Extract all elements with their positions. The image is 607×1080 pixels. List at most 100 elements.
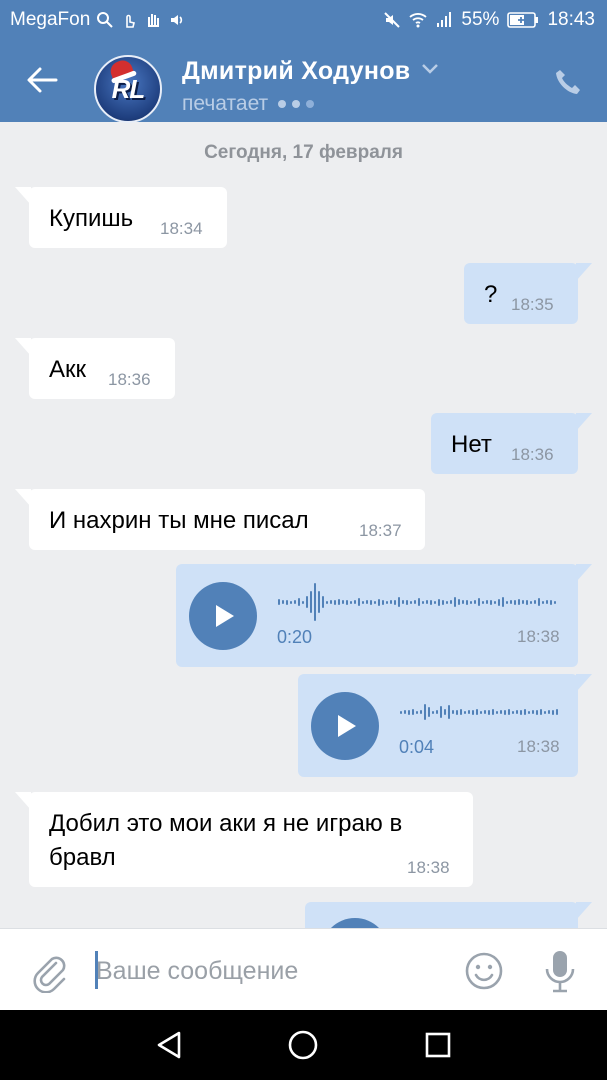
voice-message-outgoing[interactable]: 0:04 18:38 (298, 674, 592, 777)
volume-status-icon (171, 15, 183, 25)
waveform-bar (408, 709, 410, 715)
message-time: 18:38 (517, 627, 560, 646)
waveform-bar (474, 600, 476, 604)
waveform-bar (548, 710, 550, 714)
message-bubble-incoming[interactable]: Добил это мои аки я не играю в бравл 18:… (15, 792, 473, 887)
typing-dot (306, 100, 315, 108)
bubble-tail (15, 187, 31, 205)
waveform-bar (496, 710, 498, 714)
chat-header: RL Дмитрий Ходунов печатает (0, 40, 607, 123)
waveform-bar (534, 600, 536, 604)
santa-hat-icon (107, 57, 135, 81)
paperclip-icon[interactable] (26, 949, 70, 993)
message-bubble-incoming[interactable]: Акк 18:36 (15, 338, 175, 399)
wifi-status-icon (409, 13, 428, 28)
waveform-bar (514, 599, 516, 605)
waveform-bar (310, 591, 312, 613)
message-bubble-outgoing[interactable]: Нет 18:36 (431, 413, 592, 474)
message-time: 18:37 (359, 521, 402, 540)
waveform-bar (478, 598, 480, 606)
waveform-bar (386, 600, 388, 604)
waveform-bar (412, 709, 414, 715)
voice-message-outgoing[interactable]: 0:20 18:38 (176, 564, 592, 667)
typing-dot (278, 100, 287, 108)
chevron-down-icon[interactable] (420, 62, 440, 76)
waveform-bar (480, 710, 482, 714)
waveform-bar (530, 600, 532, 604)
waveform-bar (390, 600, 392, 604)
waveform-bar (438, 598, 440, 606)
navigation-bar (0, 1010, 607, 1080)
waveform-bar (482, 600, 484, 604)
message-bubble-incoming[interactable]: Купишь 18:34 (15, 187, 227, 248)
voice-waveform[interactable] (278, 582, 562, 622)
waveform-bar (294, 600, 296, 604)
call-button[interactable] (548, 62, 588, 102)
square-recent-icon (425, 1032, 451, 1058)
battery-icon (507, 12, 539, 28)
message-composer (0, 928, 607, 1010)
message-text: Акк (49, 356, 87, 383)
waveform-bar (422, 600, 424, 604)
voice-duration: 0:04 (399, 737, 435, 757)
waveform-bar (290, 600, 292, 604)
waveform-bar (454, 597, 456, 607)
nav-back-button[interactable] (151, 1027, 187, 1063)
waveform-bar (506, 600, 508, 604)
waveform-bar (550, 599, 552, 605)
waveform-bar (540, 709, 542, 715)
waveform-bar (400, 710, 402, 714)
arrow-left-icon (27, 67, 58, 93)
microphone-icon[interactable] (538, 947, 582, 995)
message-text: ? (484, 281, 498, 308)
waveform-bar (532, 710, 534, 714)
bubble-tail (15, 489, 31, 507)
waveform-bar (398, 597, 400, 607)
message-bubble-incoming[interactable]: И нахрин ты мне писал 18:37 (15, 489, 425, 550)
waveform-bar (342, 600, 344, 604)
play-button[interactable] (311, 692, 379, 760)
waveform-bar (354, 600, 356, 604)
waveform-bar (378, 598, 380, 606)
waveform-bar (314, 583, 316, 621)
waveform-bar (554, 600, 556, 604)
message-time: 18:34 (160, 219, 203, 238)
waveform-bar (432, 710, 434, 714)
typing-indicator: печатает (182, 92, 315, 116)
nav-home-button[interactable] (285, 1027, 321, 1063)
waveform-bar (456, 709, 458, 715)
waveform-bar (498, 598, 500, 606)
waveform-bar (508, 709, 510, 715)
hand-status-icon (148, 14, 160, 27)
play-icon (338, 715, 356, 737)
waveform-bar (418, 598, 420, 606)
waveform-bar (402, 600, 404, 604)
waveform-bar (424, 704, 426, 720)
waveform-bar (476, 709, 478, 715)
waveform-bar (450, 600, 452, 604)
waveform-bar (486, 600, 488, 604)
back-button[interactable] (20, 58, 64, 102)
message-text: Купишь (49, 205, 134, 232)
smiley-icon[interactable] (462, 949, 506, 993)
clock: 18:43 (547, 9, 595, 30)
battery-percent: 55% (461, 9, 500, 30)
voice-waveform[interactable] (400, 692, 564, 732)
waveform-bar (326, 600, 328, 604)
message-input[interactable] (96, 951, 436, 991)
waveform-bar (302, 600, 304, 604)
status-bar: MegaFon 55% 18:43 (0, 0, 607, 40)
bubble-tail (576, 902, 592, 920)
contact-name[interactable]: Дмитрий Ходунов (182, 57, 410, 86)
avatar[interactable]: RL (94, 55, 162, 123)
waveform-bar (414, 600, 416, 604)
play-button[interactable] (189, 582, 257, 650)
message-bubble-outgoing[interactable]: ? 18:35 (464, 263, 592, 324)
waveform-bar (512, 710, 514, 714)
voice-duration: 0:20 (277, 627, 313, 647)
waveform-bar (552, 709, 554, 715)
waveform-bar (462, 600, 464, 604)
waveform-bar (518, 599, 520, 605)
nav-recent-button[interactable] (420, 1027, 456, 1063)
waveform-bar (404, 710, 406, 714)
